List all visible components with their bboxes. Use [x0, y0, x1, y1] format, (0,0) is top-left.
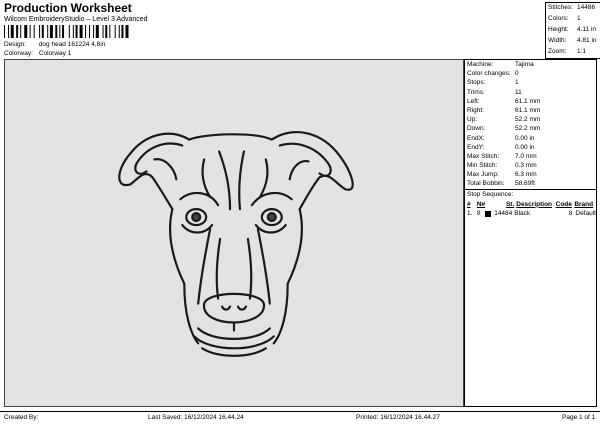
stat-stitches: Stitches: 14486 — [546, 3, 600, 14]
page-number: Page 1 of 1 — [562, 414, 596, 421]
created-by: Created By: — [4, 414, 39, 421]
col-brand: Brand — [574, 200, 594, 208]
col-index: # — [467, 200, 471, 208]
machine-info-row: Min Stitch: 0.3 mm — [467, 162, 537, 170]
machine-info-row: EndY: 0.00 in — [467, 143, 535, 151]
worksheet-title: Production Worksheet — [4, 1, 132, 15]
dog-head-embroidery-image — [118, 131, 354, 357]
design-row: Design: dog head 161224 4,8in — [4, 41, 105, 48]
machine-info-row: Trims: 11 — [467, 88, 522, 96]
stat-colors: Colors: 1 — [546, 14, 600, 25]
stop-sequence-row: 1. 8 14484 Black 8 Default — [467, 209, 596, 217]
machine-info-row: Max Stitch: 7.0 mm — [467, 152, 537, 160]
stat-width: Width: 4.81 in — [546, 36, 600, 47]
machine-info-row: Up: 52.2 mm — [467, 116, 541, 124]
stop-sequence-title: Stop Sequence: — [465, 188, 596, 200]
software-subtitle: Wilcom EmbroideryStudio – Level 3 Advanc… — [4, 16, 148, 23]
colorway-value: Colorway 1 — [38, 50, 72, 57]
design-label: Design: — [4, 41, 27, 48]
summary-stats-box: Stitches: 14486 Colors: 1 Height: 4.11 in W… — [545, 2, 600, 59]
machine-info-row: Right: 61.1 mm — [467, 106, 541, 114]
col-code: Code — [555, 200, 572, 208]
col-needle: N# — [476, 200, 486, 208]
machine-info-row: Down: 52.2 mm — [467, 125, 541, 133]
machine-info-row: Stops: 1 — [467, 79, 519, 87]
stat-height: Height: 4.11 in — [546, 25, 600, 36]
machine-info-row: Max Jump: 6.3 mm — [467, 171, 537, 179]
machine-info-list: Machine: Tajima Color changes: 0 Stops: 1 Trim… — [465, 60, 596, 189]
design-value: dog head 161224 4,8in — [38, 41, 106, 48]
machine-info-row: EndX: 0.00 in — [467, 134, 535, 142]
last-saved: Last Saved: 16/12/2024 16.44.24 — [148, 414, 244, 421]
machine-info-panel: Machine: Tajima Color changes: 0 Stops: 1 Trim… — [464, 59, 597, 407]
printed-date: Printed: 16/12/2024 16.44.27 — [356, 414, 440, 421]
stat-zoom: Zoom: 1:1 — [546, 47, 600, 58]
col-description: Description — [516, 200, 553, 208]
machine-info-row: Machine: Tajima — [467, 61, 534, 68]
barcode — [4, 25, 129, 38]
col-stitches: St. — [505, 200, 515, 208]
machine-info-row: Left: 61.1 mm — [467, 97, 541, 105]
colorway-row: Colorway: Colorway 1 — [4, 50, 71, 57]
colorway-label: Colorway: — [4, 50, 33, 57]
footer-bar: Created By: Last Saved: 16/12/2024 16.44… — [0, 411, 600, 425]
design-preview-canvas — [4, 59, 464, 407]
stop-sequence-header: # N# St. Description Code Brand — [465, 200, 596, 209]
machine-info-row: Color changes: 0 — [467, 70, 519, 78]
machine-info-row: Total Bobbin: 58.69ft — [467, 180, 535, 188]
